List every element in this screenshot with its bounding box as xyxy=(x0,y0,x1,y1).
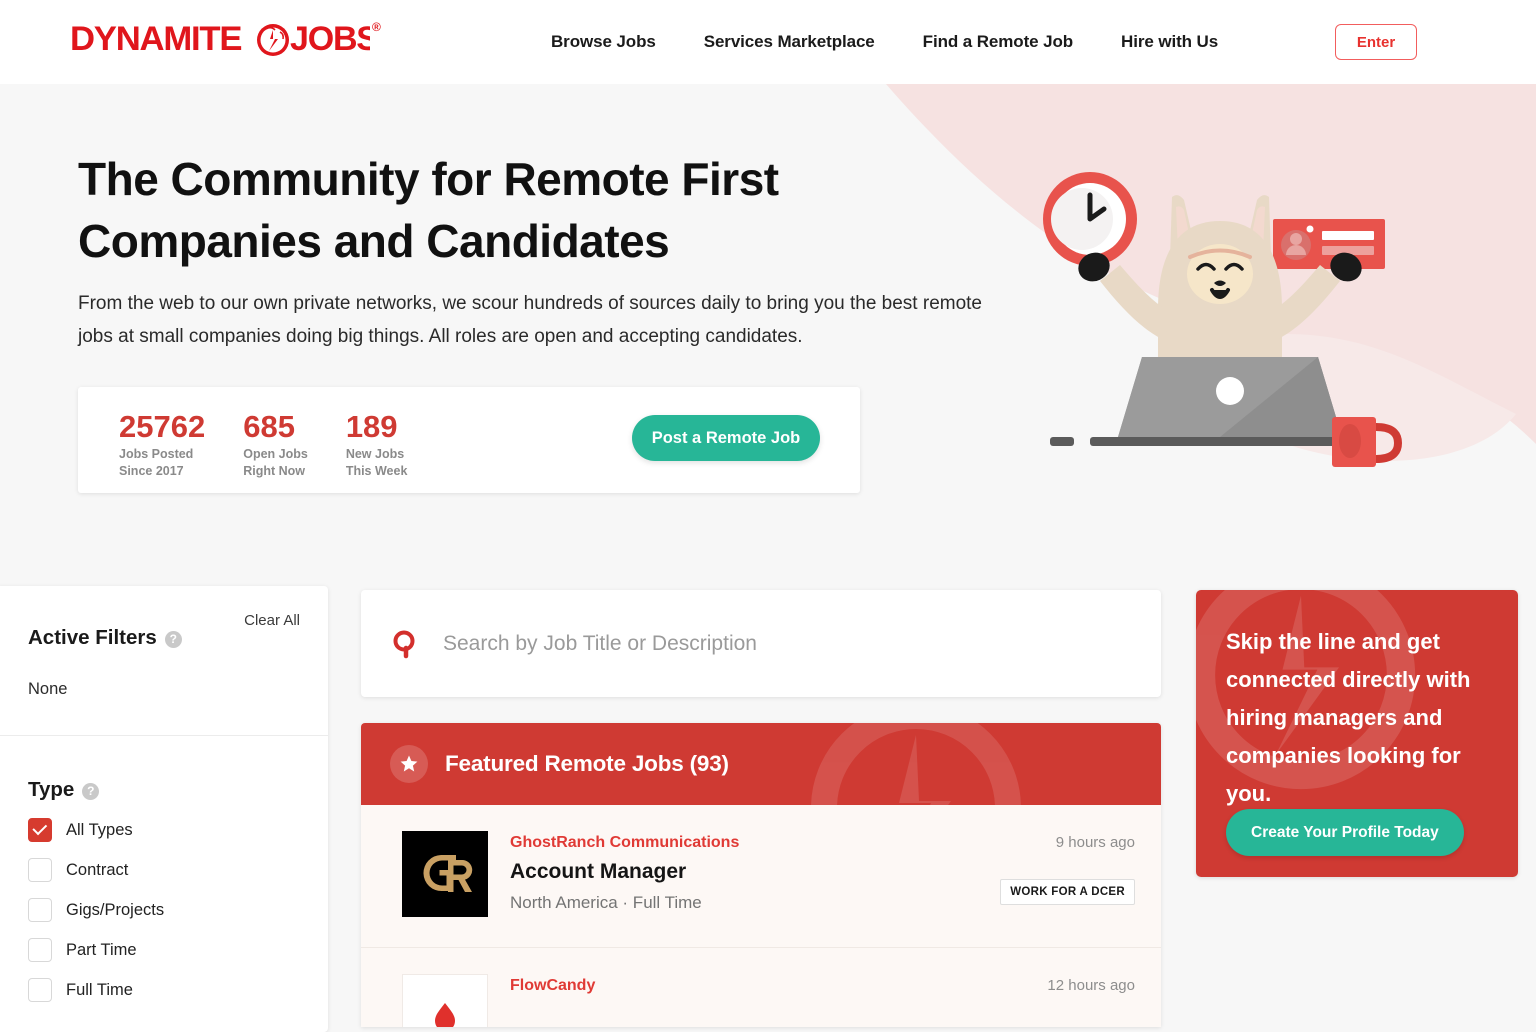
company-logo-flowcandy xyxy=(402,974,488,1027)
search-bar[interactable] xyxy=(361,590,1161,697)
svg-text:DYNAMITE: DYNAMITE xyxy=(70,20,242,58)
llama-illustration xyxy=(1020,159,1440,494)
stat-new-jobs: 189 New Jobs This Week xyxy=(346,409,408,479)
filter-option-part-time[interactable]: Part Time xyxy=(28,938,300,962)
stat-label-line2: Since 2017 xyxy=(119,464,184,478)
job-list-item[interactable]: GhostRanch Communications Account Manage… xyxy=(361,805,1161,948)
stats-card: 25762 Jobs Posted Since 2017 685 Open Jo… xyxy=(78,387,860,493)
checkbox-part-time[interactable] xyxy=(28,938,52,962)
filter-option-all-types[interactable]: All Types xyxy=(28,818,300,842)
clear-all-button[interactable]: Clear All xyxy=(244,612,300,629)
status-badge: WORK FOR A DCER xyxy=(1000,879,1135,905)
filter-label: Contract xyxy=(66,860,129,879)
star-icon xyxy=(390,745,428,783)
stat-value: 189 xyxy=(345,409,398,444)
main-nav: Browse Jobs Services Marketplace Find a … xyxy=(551,0,1218,84)
filter-option-gigs-projects[interactable]: Gigs/Projects xyxy=(28,898,300,922)
logo-watermark-icon xyxy=(811,723,1021,805)
active-filters-section: Clear All Active Filters ? None xyxy=(0,586,328,736)
search-icon xyxy=(393,630,415,658)
featured-jobs-title: Featured Remote Jobs (93) xyxy=(445,751,729,776)
stat-label-line1: Open Jobs xyxy=(243,447,308,461)
help-icon[interactable]: ? xyxy=(82,782,100,800)
registered-mark: ® xyxy=(372,20,381,34)
job-details: FlowCandy xyxy=(510,974,965,1027)
filter-option-full-time[interactable]: Full Time xyxy=(28,978,300,1002)
job-posted-time: 12 hours ago xyxy=(1047,977,1135,994)
nav-item-services-marketplace[interactable]: Services Marketplace xyxy=(704,32,875,52)
filter-option-contract[interactable]: Contract xyxy=(28,858,300,882)
help-icon[interactable]: ? xyxy=(164,630,182,648)
svg-text:JOBS: JOBS xyxy=(290,20,370,58)
active-filters-label: Active Filters xyxy=(28,626,157,649)
filter-label: Part Time xyxy=(66,940,137,959)
gr-monogram-icon xyxy=(422,855,473,892)
enter-button[interactable]: Enter xyxy=(1335,24,1417,60)
filter-label: Full Time xyxy=(66,980,133,999)
checkbox-full-time[interactable] xyxy=(28,978,52,1002)
checkbox-gigs-projects[interactable] xyxy=(28,898,52,922)
llama-at-laptop-icon xyxy=(1043,172,1403,467)
stat-value: 685 xyxy=(243,409,295,444)
job-company-name[interactable]: GhostRanch Communications xyxy=(510,834,965,852)
job-location-type: North America · Full Time xyxy=(510,893,702,912)
job-list-item[interactable]: FlowCandy 12 hours ago xyxy=(361,948,1161,1027)
filter-label: Gigs/Projects xyxy=(66,900,165,919)
filters-sidebar: Clear All Active Filters ? None Type ? A… xyxy=(0,586,328,1032)
filter-label: All Types xyxy=(66,820,133,839)
dynamite-jobs-logo-icon: DYNAMITE JOBS xyxy=(70,20,370,58)
post-a-remote-job-button[interactable]: Post a Remote Job xyxy=(632,415,820,461)
job-side-info: 12 hours ago xyxy=(965,974,1135,1027)
job-title[interactable]: Account Manager xyxy=(510,860,965,884)
logo[interactable]: DYNAMITE JOBS ® xyxy=(70,20,381,60)
hero-section: The Community for Remote First Companies… xyxy=(0,84,1536,574)
active-filters-value: None xyxy=(28,680,68,698)
main-content: Clear All Active Filters ? None Type ? A… xyxy=(0,574,1536,1032)
job-company-name[interactable]: FlowCandy xyxy=(510,977,965,995)
promo-headline: Skip the line and get connected directly… xyxy=(1226,629,1471,806)
featured-jobs-header: Featured Remote Jobs (93) xyxy=(361,723,1161,805)
page-title: The Community for Remote First Companies… xyxy=(78,153,779,267)
job-posted-time: 9 hours ago xyxy=(1055,834,1135,851)
job-side-info: 9 hours ago WORK FOR A DCER xyxy=(965,831,1135,917)
search-input[interactable] xyxy=(443,631,1123,656)
hero-subtitle: From the web to our own private networks… xyxy=(78,293,983,347)
checkbox-all-types[interactable] xyxy=(28,818,52,842)
type-label: Type xyxy=(28,778,75,801)
nav-item-find-a-remote-job[interactable]: Find a Remote Job xyxy=(923,32,1073,52)
nav-item-hire-with-us[interactable]: Hire with Us xyxy=(1121,32,1218,52)
featured-jobs-panel: Featured Remote Jobs (93) GhostRanch Com… xyxy=(361,723,1161,1027)
active-filters-heading: Active Filters ? xyxy=(28,626,300,650)
type-filter-section: Type ? All Types Contract Gigs/Projects … xyxy=(0,736,328,1032)
stat-label-line1: New Jobs xyxy=(345,447,405,461)
promo-card: Skip the line and get connected directly… xyxy=(1196,590,1518,877)
stat-label-line2: Right Now xyxy=(243,464,306,478)
flowcandy-mark-icon xyxy=(435,1003,455,1027)
stat-value: 25762 xyxy=(119,409,206,444)
site-header: DYNAMITE JOBS ® Browse Jobs Services Mar… xyxy=(0,0,1536,84)
create-profile-button[interactable]: Create Your Profile Today xyxy=(1226,809,1464,856)
job-details: GhostRanch Communications Account Manage… xyxy=(510,831,965,917)
stat-open-jobs: 685 Open Jobs Right Now xyxy=(243,409,308,479)
checkbox-contract[interactable] xyxy=(28,858,52,882)
stat-label-line2: This Week xyxy=(345,464,408,478)
stat-label-line1: Jobs Posted xyxy=(119,447,194,461)
company-logo-ghostranch xyxy=(402,831,488,917)
stat-jobs-posted: 25762 Jobs Posted Since 2017 xyxy=(119,409,205,479)
nav-item-browse-jobs[interactable]: Browse Jobs xyxy=(551,32,656,52)
type-heading: Type ? xyxy=(28,778,300,802)
